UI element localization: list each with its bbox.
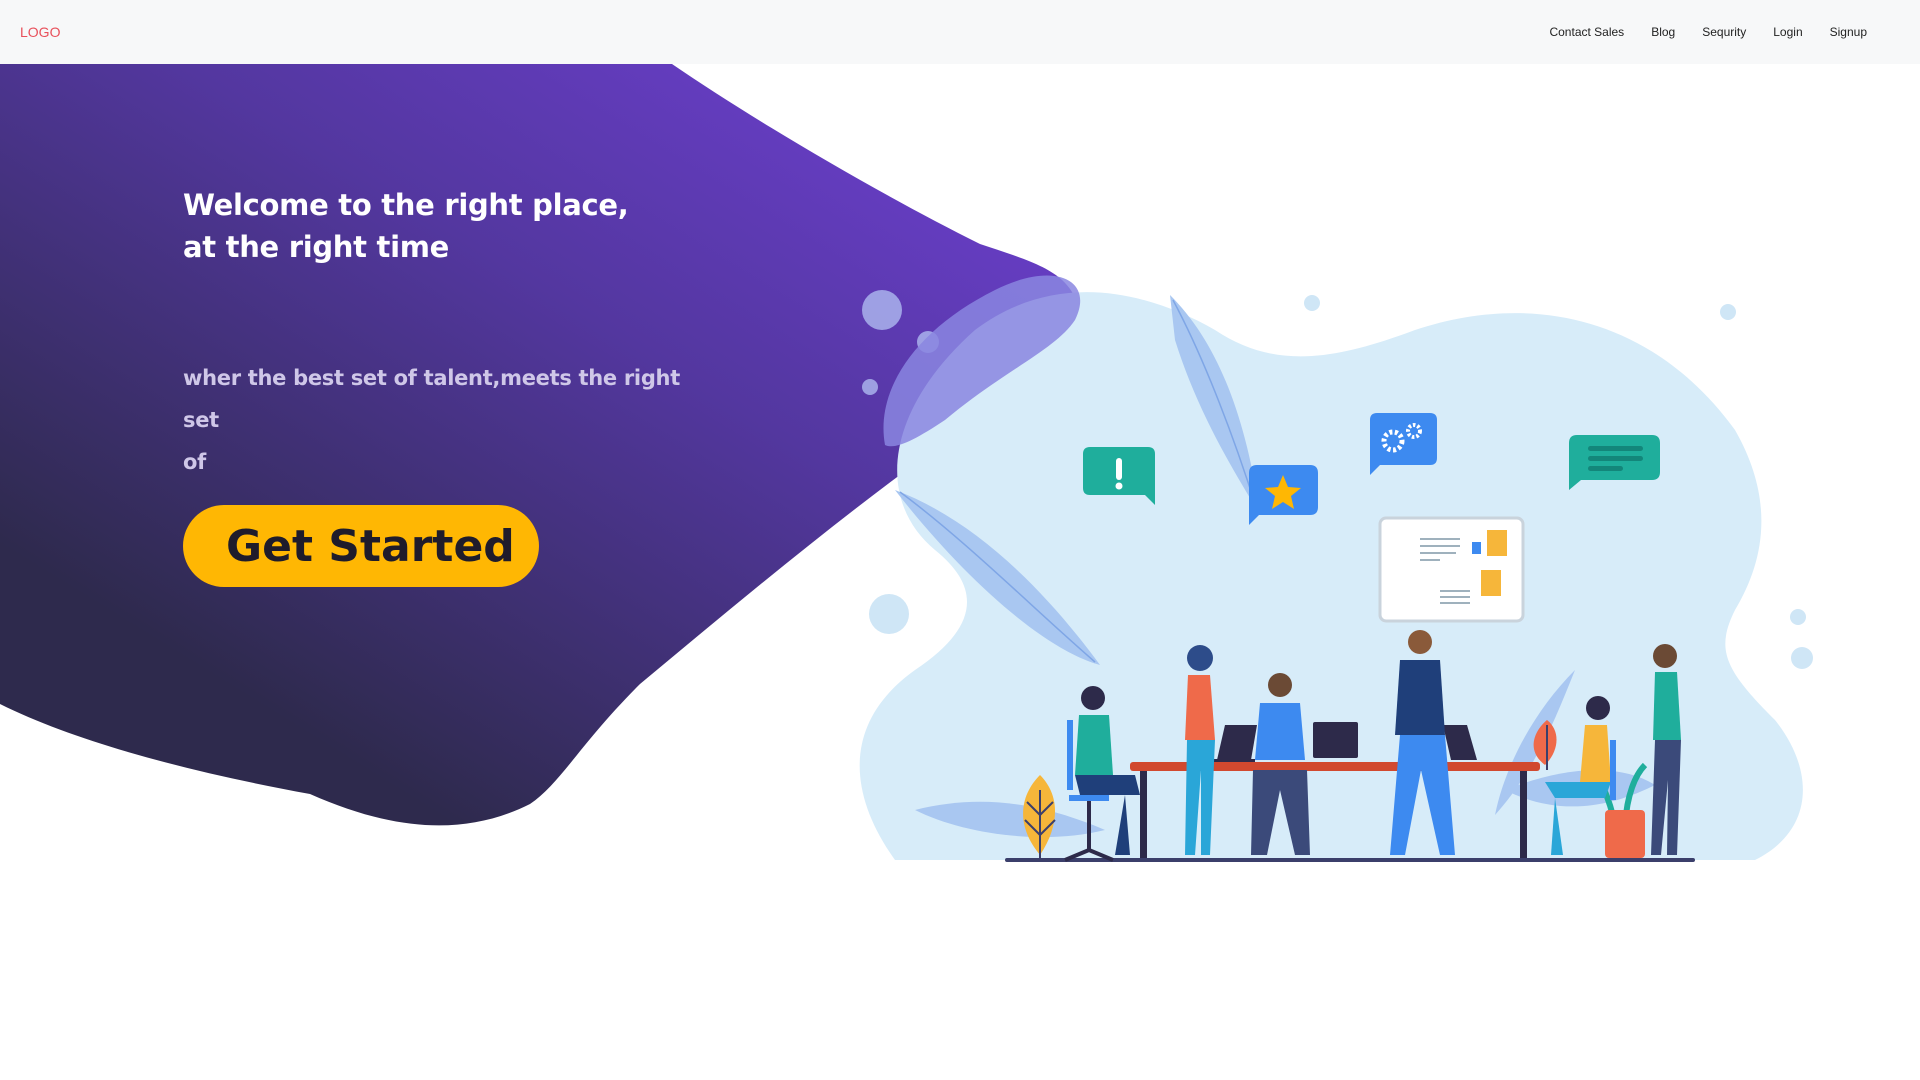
nav-link-login[interactable]: Login [1773,25,1802,39]
nav-link-blog[interactable]: Blog [1651,25,1675,39]
hero-headline-line-2: at the right time [183,230,449,264]
get-started-button[interactable]: Get Started [183,505,539,587]
team-meeting-illustration [859,275,1803,862]
logo-link[interactable]: LOGO [20,24,60,40]
nav-link-signup[interactable]: Signup [1830,25,1867,39]
sticky-notes-board-icon [1378,516,1525,623]
hero-headline-line-1: Welcome to the right place, [183,188,629,222]
hero-subtext-line-2: of [183,450,206,474]
hero-subtext: wher the best set of talent,meets the ri… [183,357,683,483]
hero-subtext-line-1: wher the best set of talent,meets the ri… [183,366,680,432]
nav-links: Contact Sales Blog Sequrity Login Signup [1549,25,1867,39]
nav-link-sequrity[interactable]: Sequrity [1702,25,1746,39]
top-navbar: LOGO Contact Sales Blog Sequrity Login S… [0,0,1920,64]
nav-link-contact-sales[interactable]: Contact Sales [1549,25,1624,39]
hero-headline: Welcome to the right place, at the right… [183,184,703,268]
